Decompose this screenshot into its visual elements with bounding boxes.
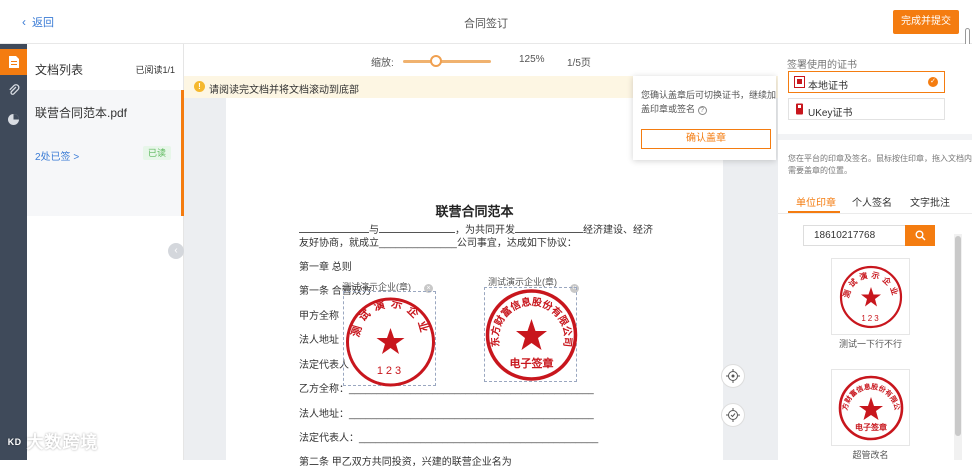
- chevron-left-icon: ‹: [174, 245, 178, 256]
- document-list-heading: 文档列表: [35, 63, 84, 77]
- warning-icon: !: [194, 81, 205, 92]
- back-label: 返回: [32, 17, 54, 29]
- seal-stamp-image: 东方财富信息股份有限公司 电子签章: [485, 289, 578, 381]
- doc-line-7: 法定代表人: [299, 360, 349, 371]
- zoom-slider[interactable]: [403, 60, 491, 63]
- seal-name: 测试一下行不行: [838, 339, 902, 349]
- rail-documents-button[interactable]: [0, 49, 27, 75]
- popup-message: 您确认盖章后可切换证书，继续加盖印章或签名: [641, 90, 777, 114]
- seal-code: 电子签章: [510, 356, 554, 370]
- local-cert-icon: [794, 76, 805, 88]
- confirm-seal-button[interactable]: 确认盖章: [641, 129, 771, 149]
- seal-code: 123: [377, 365, 404, 377]
- target-icon: [726, 408, 740, 422]
- locate-button[interactable]: [721, 364, 745, 388]
- blank-underline: [379, 224, 455, 233]
- collapse-sidebar-button[interactable]: ‹: [168, 243, 184, 259]
- document-list-panel: 文档列表 已阅读1/1 联营合同范本.pdf 2处已签 > 已读: [27, 44, 184, 460]
- attachment-icon: [8, 84, 19, 95]
- seal-search-input[interactable]: [803, 225, 905, 246]
- document-name: 联营合同范本.pdf: [35, 106, 128, 120]
- left-rail: [0, 44, 27, 460]
- signed-count-link[interactable]: 2处已签 >: [35, 148, 79, 163]
- seal-list-scrollbar[interactable]: [954, 234, 962, 460]
- watermark: ᴷᴰ 大数跨境: [8, 428, 99, 453]
- document-list-item[interactable]: 联营合同范本.pdf 2处已签 > 已读: [27, 90, 184, 216]
- read-status-badge: 已读: [142, 146, 171, 160]
- check-icon: ✓: [928, 77, 938, 87]
- signing-panel: 签署使用的证书 本地证书 ✓ UKey证书 您在平台的印章及签名。鼠标按住印章，…: [778, 44, 972, 460]
- seal-code: 电子签章: [855, 422, 887, 432]
- top-bar: ‹ 返回 合同签订 完成并提交: [0, 0, 972, 44]
- document-icon: [8, 56, 19, 68]
- seal-image: 测试演示企业 123: [839, 265, 902, 328]
- chevron-left-icon: ‹: [22, 15, 26, 29]
- read-notice-text: 请阅读完文档并将文档滚动到底部: [209, 85, 359, 96]
- zoom-label: 缩放:: [371, 58, 394, 69]
- seal-card-2[interactable]: 东方财富信息股份有限公司 电子签章: [831, 369, 910, 446]
- seal-card-1[interactable]: 测试演示企业 123: [831, 258, 910, 335]
- locate-signature-button[interactable]: [721, 403, 745, 427]
- page-indicator: 1/5页: [567, 58, 591, 69]
- doc-line-10: 法定代表人：__________________________________…: [299, 433, 599, 444]
- chart-icon: [8, 113, 19, 125]
- help-icon[interactable]: ?: [697, 106, 707, 115]
- popup-text: 您确认盖章后可切换证书，继续加盖印章或签名 ?: [641, 88, 776, 116]
- watermark-logo-icon: ᴷᴰ: [8, 436, 27, 451]
- cert-option-local[interactable]: 本地证书 ✓: [788, 71, 945, 93]
- cert-label: UKey证书: [808, 108, 853, 119]
- rail-attachments-button[interactable]: [0, 78, 27, 104]
- page-title: 合同签订: [464, 18, 508, 30]
- divider: [778, 134, 972, 140]
- doc-line-6: 法人地址: [299, 335, 339, 346]
- seal-image: 东方财富信息股份有限公司 电子签章: [838, 375, 903, 440]
- seal-name: 超管改名: [852, 450, 889, 460]
- zoom-slider-thumb[interactable]: [430, 55, 443, 67]
- search-button[interactable]: [905, 225, 935, 246]
- placed-stamp-1[interactable]: 测试演示企业 123: [343, 291, 436, 387]
- doc-line-9: 法人地址：___________________________________…: [299, 409, 594, 420]
- doc-line-3: 第一章 总则: [299, 262, 352, 273]
- cert-label: 本地证书: [808, 81, 848, 92]
- tab-text-annotation[interactable]: 文字批注: [910, 194, 950, 209]
- blank-underline: [515, 224, 583, 233]
- placed-stamp-2[interactable]: 东方财富信息股份有限公司 电子签章: [484, 287, 578, 382]
- search-icon: [915, 230, 925, 241]
- zoom-toolbar: 缩放: 125% 1/5页: [184, 44, 778, 76]
- tabs-divider: [778, 213, 972, 214]
- ukey-cert-icon: [796, 103, 803, 115]
- blank-underline: [299, 224, 369, 233]
- seal-code: 123: [861, 314, 880, 323]
- doc-line-5: 甲方全称: [299, 311, 339, 322]
- seal-stamp-image: 测试演示企业 123: [346, 296, 435, 387]
- doc-line-11: 第二条 甲乙双方共同投资，兴建的联营企业名为: [299, 457, 512, 468]
- tab-unit-seal[interactable]: 单位印章: [796, 194, 836, 209]
- rail-stats-button[interactable]: [0, 106, 27, 132]
- watermark-text: 大数跨境: [26, 433, 99, 452]
- tab-personal-signature[interactable]: 个人签名: [852, 194, 892, 209]
- read-count: 已阅读1/1: [135, 65, 175, 75]
- seal-list-scrollbar-thumb[interactable]: [955, 236, 961, 436]
- document-title: 联营合同范本: [435, 204, 514, 219]
- finish-submit-button[interactable]: 完成并提交: [893, 10, 959, 34]
- back-button[interactable]: ‹ 返回: [22, 14, 54, 30]
- doc-line-2: 友好协商，就成立______________公司事宜，达成如下协议：: [299, 238, 577, 249]
- seal-hint: 您在平台的印章及签名。鼠标按住印章，拖入文档内需要盖章的位置。: [788, 154, 972, 175]
- confirm-seal-popup: 您确认盖章后可切换证书，继续加盖印章或签名 ? 确认盖章: [633, 76, 776, 160]
- cert-option-ukey[interactable]: UKey证书: [788, 98, 945, 120]
- zoom-value: 125%: [519, 54, 545, 65]
- cert-section-title: 签署使用的证书: [787, 60, 857, 71]
- doc-text: 经济建设、经济: [583, 225, 653, 236]
- crosshair-icon: [726, 369, 740, 383]
